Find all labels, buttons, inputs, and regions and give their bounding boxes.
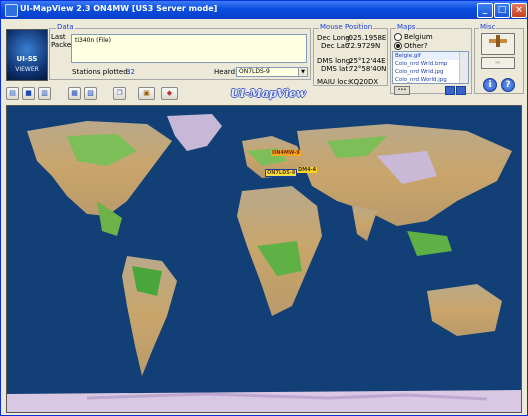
- heard-label: Heard:: [214, 68, 238, 76]
- maps-group-label: Maps: [396, 23, 417, 31]
- dms-lat-label: DMS lat:: [321, 65, 351, 73]
- logo-text: UI-SS: [16, 55, 38, 63]
- last-packet-text: ti340n (File): [75, 37, 111, 44]
- dms-lat-value: 72°58'40N: [349, 65, 387, 73]
- dms-long-value: 25°12'44E: [349, 57, 386, 65]
- app-icon: [5, 4, 18, 17]
- save-button[interactable]: ■: [22, 87, 35, 100]
- chevron-down-icon: ▼: [298, 68, 307, 76]
- preview-icon: ▧: [87, 89, 94, 97]
- station-marker[interactable]: DM4-4: [297, 167, 318, 173]
- radio-belgium-label: Belgium: [404, 33, 433, 41]
- map-file-list[interactable]: Belgie.gif Colo_nrd Wrld.bmp Colo_nrd Wr…: [392, 51, 469, 84]
- maidenhead-value: KQ20DX: [349, 78, 379, 86]
- close-button[interactable]: ×: [511, 3, 527, 18]
- app-window: UI-MapView 2.3 ON4MW [US3 Server mode] _…: [0, 0, 528, 416]
- secondary-tool-button[interactable]: ✂: [481, 57, 515, 69]
- window-title: UI-MapView 2.3 ON4MW [US3 Server mode]: [20, 4, 218, 13]
- misc-group-label: Misc: [479, 23, 497, 31]
- title-bar: UI-MapView 2.3 ON4MW [US3 Server mode] _…: [1, 1, 527, 19]
- world-map[interactable]: ON4MW-9 ON7LDS-9 DM4-4: [6, 105, 522, 413]
- world-map-image: [7, 106, 521, 412]
- info-button[interactable]: i: [483, 78, 497, 92]
- clear-button[interactable]: ◆: [161, 87, 178, 100]
- copy-icon: ❐: [116, 89, 123, 97]
- save-icon: ■: [25, 89, 32, 97]
- list-scrollbar[interactable]: [459, 52, 468, 83]
- eraser-icon: ◆: [166, 89, 173, 97]
- map-file-item[interactable]: Colo_nrd World.jpg: [393, 76, 468, 83]
- stations-plotted-count: 32: [126, 68, 135, 76]
- map-nav-button[interactable]: •••: [394, 86, 410, 95]
- maximize-button[interactable]: □: [494, 3, 510, 18]
- logo-subtext: VIEWER: [15, 66, 39, 73]
- map-file-item[interactable]: Colo_nrd Wrld.jpg: [393, 68, 468, 76]
- heard-value: ON7LDS-9: [239, 68, 270, 75]
- tools-icon: [489, 35, 507, 47]
- folder-icon: ▤: [9, 89, 16, 97]
- save-as-icon: ▥: [41, 89, 48, 97]
- export-button[interactable]: ▣: [138, 87, 155, 100]
- help-button[interactable]: ?: [501, 78, 515, 92]
- station-marker[interactable]: ON4MW-9: [271, 150, 301, 156]
- brand-logo-text: UI-MapView: [230, 87, 306, 100]
- data-group-label: Data: [56, 23, 75, 31]
- export-icon: ▣: [143, 89, 150, 97]
- radio-belgium[interactable]: [394, 33, 402, 41]
- map-file-item[interactable]: Colo_nrd Wrld.bmp: [393, 60, 468, 68]
- open-folder-button[interactable]: ▤: [6, 87, 19, 100]
- minimize-button[interactable]: _: [477, 3, 493, 18]
- map-prev-button[interactable]: [445, 86, 455, 95]
- map-next-button[interactable]: [456, 86, 466, 95]
- settings-button[interactable]: [481, 33, 515, 55]
- print-button[interactable]: ▦: [68, 87, 81, 100]
- stations-plotted-label: Stations plotted:: [72, 68, 131, 76]
- last-packet-field[interactable]: ti340n (File): [71, 34, 307, 63]
- app-logo: UI-SS VIEWER: [6, 29, 48, 81]
- mouse-position-label: Mouse Position: [319, 23, 374, 31]
- radio-other[interactable]: [394, 42, 402, 50]
- last-label: Last: [51, 33, 66, 41]
- station-marker[interactable]: ON7LDS-9: [265, 169, 298, 177]
- print-icon: ▦: [71, 89, 78, 97]
- map-file-item[interactable]: Belgie.gif: [393, 52, 468, 60]
- dec-lat-value: 72.9729N: [346, 42, 381, 50]
- heard-select[interactable]: ON7LDS-9 ▼: [236, 67, 308, 77]
- radio-other-label: Other?: [404, 42, 428, 50]
- dec-long-value: -025.1958E: [346, 34, 387, 42]
- copy-button[interactable]: ❐: [113, 87, 126, 100]
- print-preview-button[interactable]: ▧: [84, 87, 97, 100]
- save-as-button[interactable]: ▥: [38, 87, 51, 100]
- dms-long-label: DMS long:: [317, 57, 353, 65]
- maidenhead-label: MAIU loc:: [317, 78, 350, 86]
